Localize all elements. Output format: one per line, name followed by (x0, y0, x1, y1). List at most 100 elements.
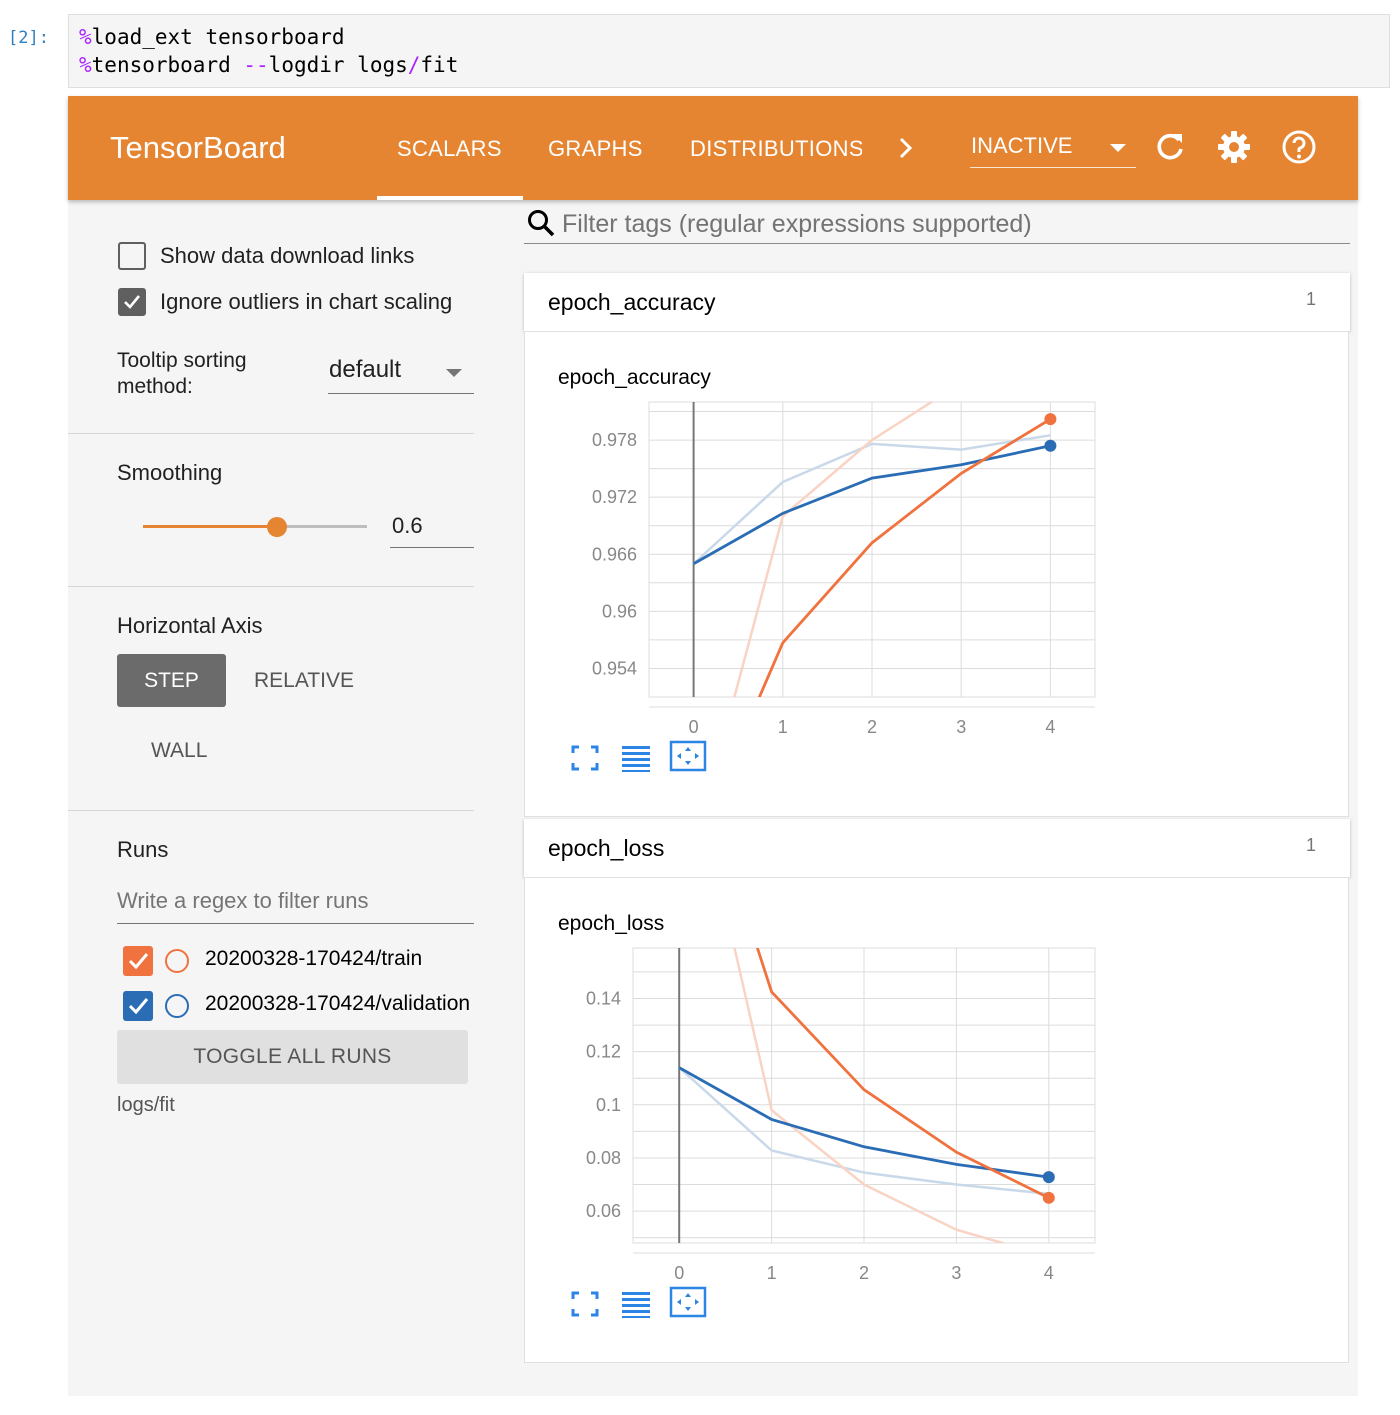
ignore-outliers-checkbox[interactable] (118, 288, 146, 316)
reload-selector[interactable]: INACTIVE (970, 132, 1136, 168)
caret-down-icon (1110, 144, 1126, 152)
code-line-2: %tensorboard --logdir logs/fit (79, 51, 1379, 79)
smoothing-input[interactable]: 0.6 (390, 508, 474, 548)
code-operator: / (407, 53, 421, 77)
card-body-epoch-accuracy: epoch_accuracy 0.954 0.96 0.966 0.972 0.978 0… (524, 331, 1349, 817)
x-tick-label: 4 (1045, 717, 1055, 737)
run-checkbox-train[interactable] (123, 946, 153, 976)
y-tick-label: 0.08 (586, 1148, 621, 1168)
run-label-validation: 20200328-170424/validation (205, 992, 471, 1015)
cell-prompt: [2]: (8, 28, 49, 48)
filter-tags-placeholder: Filter tags (regular expressions support… (562, 210, 1032, 238)
show-download-links-checkbox[interactable] (118, 242, 146, 270)
y-tick-label: 0.14 (586, 988, 621, 1008)
tab-scalars[interactable]: SCALARS (397, 136, 502, 162)
reload-selector-label: INACTIVE (971, 133, 1073, 158)
card-tag: epoch_loss (548, 835, 665, 861)
filter-tags-input[interactable]: Filter tags (regular expressions support… (524, 200, 1350, 244)
smoothing-slider[interactable] (143, 517, 367, 537)
show-download-links-label: Show data download links (160, 243, 415, 268)
x-tick-label: 0 (674, 1263, 684, 1283)
x-tick-label: 2 (859, 1263, 869, 1283)
card-count: 1 (1305, 289, 1316, 309)
y-tick-label: 0.1 (596, 1095, 621, 1115)
y-tick-label: 0.966 (592, 544, 637, 564)
run-color-circle-train[interactable] (165, 949, 189, 973)
series-endpoint-dot (1044, 413, 1057, 426)
smoothing-label: Smoothing (117, 460, 223, 485)
run-label-train: 20200328-170424/train (205, 947, 423, 970)
code-cell[interactable]: %load_ext tensorboard %tensorboard --log… (68, 14, 1390, 88)
check-icon (128, 998, 149, 1015)
tab-graphs[interactable]: GRAPHS (548, 136, 643, 162)
tooltip-sorting-value: default (329, 356, 402, 383)
tab-indicator (377, 196, 523, 200)
code-line-1: %load_ext tensorboard (79, 23, 1379, 51)
divider (68, 433, 474, 434)
code-operator: -- (243, 53, 269, 77)
tooltip-sorting-label: Tooltip sorting method: (117, 349, 247, 398)
check-icon (124, 295, 141, 309)
y-tick-label: 0.12 (586, 1042, 621, 1062)
x-tick-label: 1 (778, 717, 788, 737)
gear-icon[interactable] (1216, 129, 1252, 165)
tooltip-sorting-select[interactable]: default (328, 352, 474, 394)
code-text: fit (420, 53, 459, 77)
series-endpoint-dot (1042, 1171, 1055, 1184)
chevron-right-icon[interactable] (894, 134, 918, 162)
toggle-all-runs-button[interactable]: TOGGLE ALL RUNS (117, 1030, 468, 1084)
toggle-log-scale-icon[interactable] (620, 1289, 652, 1319)
magic-percent: % (79, 25, 92, 49)
fit-domain-icon[interactable] (669, 1286, 707, 1318)
x-tick-label: 1 (767, 1263, 777, 1283)
y-tick-label: 0.06 (586, 1201, 621, 1221)
magic-percent: % (79, 53, 92, 77)
divider (68, 586, 474, 587)
x-tick-label: 4 (1044, 1263, 1054, 1283)
card-body-epoch-loss: epoch_loss 0.06 0.08 0.1 0.12 0.14 0 1 2 3 4 (524, 877, 1349, 1363)
run-color-circle-validation[interactable] (165, 994, 189, 1018)
fullscreen-icon[interactable] (569, 1289, 601, 1319)
slider-knob[interactable] (267, 517, 288, 537)
card-tag: epoch_accuracy (548, 289, 716, 315)
tensorboard-frame: TensorBoard SCALARS GRAPHS DISTRIBUTIONS… (68, 96, 1358, 1396)
runs-filter-input[interactable]: Write a regex to filter runs (117, 882, 474, 924)
horizontal-axis-label: Horizontal Axis (117, 613, 263, 638)
search-icon (528, 210, 555, 237)
brand-title: TensorBoard (110, 130, 286, 165)
caret-down-icon (446, 369, 462, 377)
slider-fill (143, 525, 278, 528)
axis-step-button[interactable]: STEP (117, 654, 226, 707)
run-checkbox-validation[interactable] (123, 991, 153, 1021)
series-endpoint-dot (1042, 1191, 1055, 1204)
axis-relative-button[interactable]: RELATIVE (254, 669, 354, 693)
runs-label: Runs (117, 837, 169, 862)
card-count: 1 (1305, 835, 1316, 855)
fit-domain-icon[interactable] (669, 740, 707, 772)
x-tick-label: 0 (689, 717, 699, 737)
refresh-icon[interactable] (1152, 129, 1188, 165)
card-header-epoch-loss[interactable]: epoch_loss 1 (524, 819, 1350, 877)
axis-wall-button[interactable]: WALL (151, 739, 207, 763)
tab-distributions[interactable]: DISTRIBUTIONS (690, 136, 862, 162)
x-tick-label: 2 (867, 717, 877, 737)
logdir-label: logs/fit (117, 1094, 175, 1116)
fullscreen-icon[interactable] (569, 743, 601, 773)
divider (68, 810, 474, 811)
code-text: logdir logs (268, 53, 408, 77)
help-icon[interactable] (1281, 129, 1317, 165)
check-icon (128, 953, 149, 970)
code-text: tensorboard (91, 53, 244, 77)
y-tick-label: 0.96 (602, 601, 637, 621)
y-tick-label: 0.954 (592, 658, 637, 678)
x-tick-label: 3 (951, 1263, 961, 1283)
series-endpoint-dot (1044, 439, 1057, 452)
toggle-log-scale-icon[interactable] (620, 743, 652, 773)
ignore-outliers-label: Ignore outliers in chart scaling (160, 289, 453, 314)
card-header-epoch-accuracy[interactable]: epoch_accuracy 1 (524, 273, 1350, 331)
y-tick-label: 0.978 (592, 430, 637, 450)
x-tick-label: 3 (956, 717, 966, 737)
y-tick-label: 0.972 (592, 487, 637, 507)
top-bar: TensorBoard SCALARS GRAPHS DISTRIBUTIONS… (68, 96, 1358, 200)
code-text: load_ext tensorboard (91, 25, 345, 49)
